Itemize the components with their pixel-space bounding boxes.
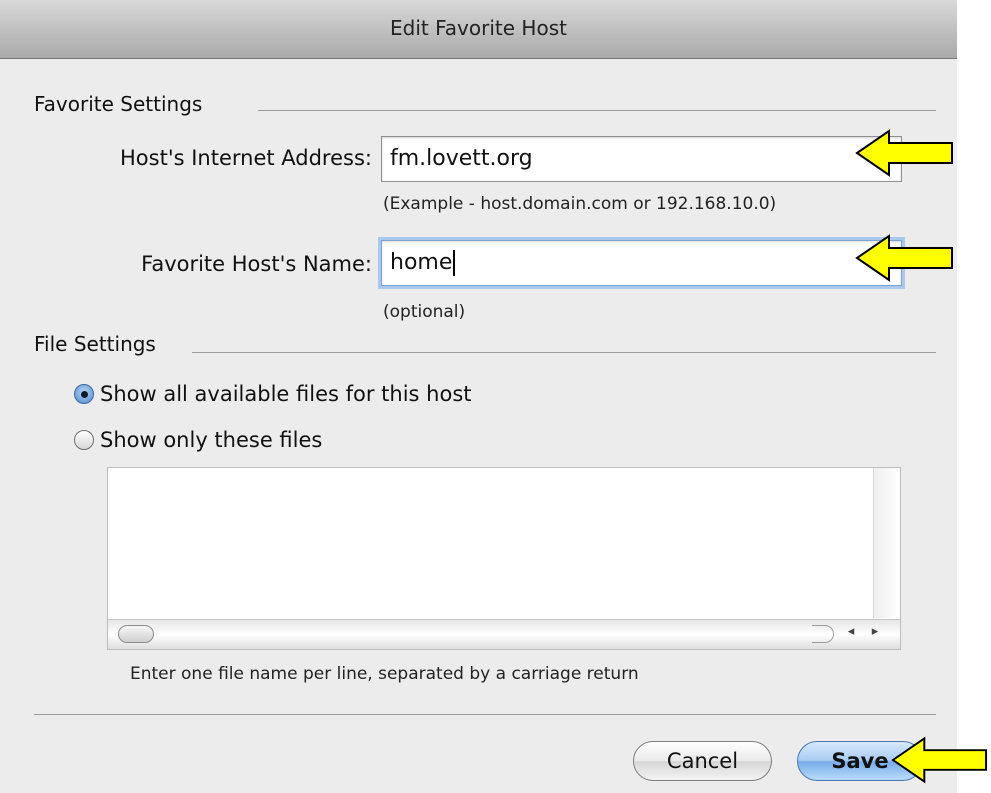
- text-caret: [453, 250, 456, 276]
- file-list-textarea[interactable]: ◂ ▸: [107, 467, 901, 650]
- cancel-button[interactable]: Cancel: [633, 741, 772, 781]
- host-name-input[interactable]: home: [381, 240, 902, 286]
- scroll-right-arrow-icon[interactable]: ▸: [866, 624, 884, 639]
- title-bar[interactable]: Edit Favorite Host: [0, 0, 957, 59]
- bottom-divider: [34, 714, 936, 715]
- radio-unselected-icon[interactable]: [74, 430, 94, 450]
- horizontal-scrollbar[interactable]: ◂ ▸: [108, 619, 900, 649]
- vertical-scrollbar[interactable]: [873, 468, 900, 618]
- scroll-thumb[interactable]: [118, 625, 154, 643]
- scroll-left-arrow-icon[interactable]: ◂: [842, 624, 860, 639]
- radio-show-all-files[interactable]: Show all available files for this host: [74, 382, 472, 406]
- host-name-label: Favorite Host's Name:: [141, 252, 372, 276]
- edit-favorite-host-dialog: Edit Favorite Host Favorite Settings Hos…: [0, 0, 957, 793]
- favorite-settings-divider: [258, 110, 936, 111]
- window-title: Edit Favorite Host: [390, 16, 567, 40]
- host-name-value: home: [390, 250, 453, 275]
- file-settings-divider: [192, 352, 936, 353]
- favorite-settings-heading: Favorite Settings: [34, 92, 203, 116]
- annotation-arrow-icon: [855, 129, 953, 177]
- radio-show-all-label: Show all available files for this host: [100, 382, 472, 406]
- host-address-hint: (Example - host.domain.com or 192.168.10…: [383, 194, 777, 214]
- radio-show-only-files[interactable]: Show only these files: [74, 428, 322, 452]
- host-address-label: Host's Internet Address:: [120, 146, 372, 170]
- file-list-instruction: Enter one file name per line, separated …: [130, 664, 639, 684]
- scroll-track-end: [812, 625, 834, 643]
- host-address-value: fm.lovett.org: [390, 146, 533, 171]
- annotation-arrow-icon: [855, 234, 953, 282]
- host-name-hint: (optional): [383, 302, 466, 322]
- file-list-text: [108, 468, 900, 480]
- radio-selected-icon[interactable]: [74, 384, 94, 404]
- file-settings-heading: File Settings: [34, 332, 156, 356]
- radio-show-only-label: Show only these files: [100, 428, 323, 452]
- annotation-arrow-icon: [891, 736, 988, 784]
- host-address-input[interactable]: fm.lovett.org: [381, 136, 902, 182]
